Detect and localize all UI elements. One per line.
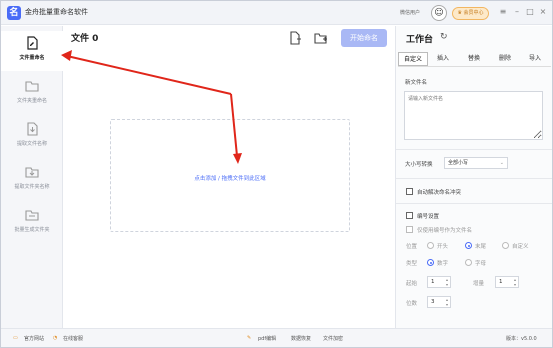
tab-custom[interactable]: 自定义	[398, 52, 428, 66]
position-end-label: 末尾	[475, 244, 487, 250]
step-value: 1	[499, 279, 503, 285]
digits-label: 位数	[406, 301, 418, 307]
tab-insert[interactable]: 插入	[428, 52, 458, 66]
spin-arrows-icon[interactable]: ▴ ▾	[446, 277, 448, 287]
page-title: 文件 0	[71, 34, 99, 44]
panel-tabs: 自定义 插入 替换 删除 导入	[398, 52, 551, 66]
type-label: 类型	[406, 261, 418, 267]
type-letter-label: 字母	[475, 261, 487, 267]
minimize-icon[interactable]: –	[512, 7, 522, 17]
data-recovery-link[interactable]: 数据恢复	[291, 335, 311, 342]
maximize-icon[interactable]: □	[525, 7, 535, 17]
digits-value: 3	[431, 299, 435, 305]
file-encrypt-link[interactable]: 文件加密	[323, 335, 343, 342]
auto-conflict-checkbox[interactable]	[406, 188, 413, 195]
new-name-input[interactable]	[404, 91, 543, 140]
type-number-radio[interactable]	[427, 259, 434, 266]
app-window: 名 金舟批量重命名软件 微信用户 ☺ ♛ 会员中心 ≡ – □ × 文件重命名 …	[0, 0, 553, 348]
sidebar: 文件重命名 文件夹重命名 提取文件名称 提取文件夹名称 批量生成文件夹	[1, 26, 63, 328]
sidebar-item-label: 文件重命名	[19, 55, 45, 61]
numbering-only-label: 仅使用编号作为文件名	[417, 228, 473, 234]
menu-icon[interactable]: ≡	[498, 7, 508, 17]
start-label: 起始	[406, 281, 418, 287]
app-logo-icon: 名	[7, 6, 21, 20]
member-center-button[interactable]: ♛ 会员中心	[452, 7, 489, 20]
online-support-link[interactable]: 在线客服	[63, 335, 83, 342]
official-website-link[interactable]: 官方网站	[24, 335, 44, 342]
batch-create-folder-icon	[25, 210, 39, 221]
sidebar-item-extract-folder-name[interactable]: 提取文件夹名称	[1, 160, 63, 200]
step-stepper[interactable]: 1 ▴ ▾	[495, 276, 519, 288]
tab-divider	[398, 66, 551, 67]
position-label: 位置	[406, 244, 418, 250]
tab-replace[interactable]: 替换	[459, 52, 489, 66]
close-icon[interactable]: ×	[538, 7, 548, 17]
status-bar: ▭ 官方网站 ◔ 在线客服 ✎ pdf编辑 数据恢复 文件加密 版本：v5.0.…	[1, 328, 552, 347]
panel-title: 工作台	[406, 35, 434, 45]
divider	[396, 178, 552, 179]
type-number-label: 数字	[437, 261, 449, 267]
workbench-panel: 工作台 ↻ 自定义 插入 替换 删除 导入 新文件名 大小写转换 全部小写 ⌄ 自…	[395, 26, 552, 328]
auto-conflict-label: 自动解决命名冲突	[417, 190, 462, 196]
case-select-value: 全部小写	[448, 160, 469, 166]
sidebar-item-label: 提取文件夹名称	[14, 184, 50, 190]
sidebar-item-batch-create-folder[interactable]: 批量生成文件夹	[1, 203, 63, 243]
step-label: 增量	[473, 281, 485, 287]
file-drop-zone[interactable]: 点击添加 / 拖拽文件到此区域	[110, 119, 350, 232]
avatar[interactable]: ☺	[431, 5, 447, 21]
sidebar-item-file-rename[interactable]: 文件重命名	[1, 31, 63, 71]
numbering-label: 编号设置	[417, 214, 440, 220]
start-rename-button[interactable]: 开始命名	[341, 29, 387, 47]
start-value: 1	[431, 279, 435, 285]
website-icon: ▭	[13, 335, 18, 341]
annotation-arrow-line	[66, 55, 232, 95]
spin-arrows-icon[interactable]: ▴ ▾	[446, 297, 448, 307]
sidebar-item-label: 文件夹重命名	[16, 98, 47, 104]
add-file-icon[interactable]	[288, 31, 302, 45]
file-rename-icon	[27, 36, 38, 50]
type-letter-radio[interactable]	[465, 259, 472, 266]
start-stepper[interactable]: 1 ▴ ▾	[427, 276, 451, 288]
position-custom-label: 自定义	[512, 244, 529, 250]
pdf-edit-link[interactable]: pdf编辑	[258, 335, 276, 342]
divider	[396, 149, 552, 150]
sidebar-item-label: 提取文件名称	[16, 141, 47, 147]
position-end-radio[interactable]	[465, 242, 472, 249]
numbering-only-checkbox[interactable]	[406, 226, 413, 233]
case-label: 大小写转换	[405, 162, 433, 168]
tab-delete[interactable]: 删除	[490, 52, 520, 66]
extract-name-icon	[27, 122, 38, 136]
divider	[396, 203, 552, 204]
member-center-label: 会员中心	[463, 10, 484, 16]
case-select[interactable]: 全部小写 ⌄	[444, 157, 508, 169]
position-custom-radio[interactable]	[502, 242, 509, 249]
folder-rename-icon	[25, 81, 39, 92]
app-title: 金舟批量重命名软件	[25, 8, 88, 16]
numbering-checkbox[interactable]	[406, 212, 413, 219]
position-start-label: 开头	[437, 244, 449, 250]
add-folder-icon[interactable]	[314, 31, 328, 45]
sidebar-item-label: 批量生成文件夹	[14, 227, 50, 233]
digits-stepper[interactable]: 3 ▴ ▾	[427, 296, 451, 308]
sidebar-item-extract-name[interactable]: 提取文件名称	[1, 117, 63, 157]
refresh-icon[interactable]: ↻	[440, 32, 448, 42]
chevron-down-icon: ⌄	[499, 160, 504, 166]
tab-import[interactable]: 导入	[520, 52, 550, 66]
pdf-icon: ✎	[247, 335, 252, 341]
version-label: 版本：v5.0.0	[506, 336, 537, 342]
drop-zone-text[interactable]: 点击添加 / 拖拽文件到此区域	[111, 174, 349, 182]
spin-arrows-icon[interactable]: ▴ ▾	[514, 277, 516, 287]
support-icon: ◔	[53, 335, 58, 341]
extract-folder-name-icon	[25, 167, 39, 178]
new-name-label: 新文件名	[405, 80, 428, 86]
user-label: 微信用户	[400, 10, 421, 16]
title-bar: 名 金舟批量重命名软件 微信用户 ☺ ♛ 会员中心 ≡ – □ ×	[1, 1, 552, 25]
position-start-radio[interactable]	[427, 242, 434, 249]
sidebar-item-folder-rename[interactable]: 文件夹重命名	[1, 74, 63, 114]
